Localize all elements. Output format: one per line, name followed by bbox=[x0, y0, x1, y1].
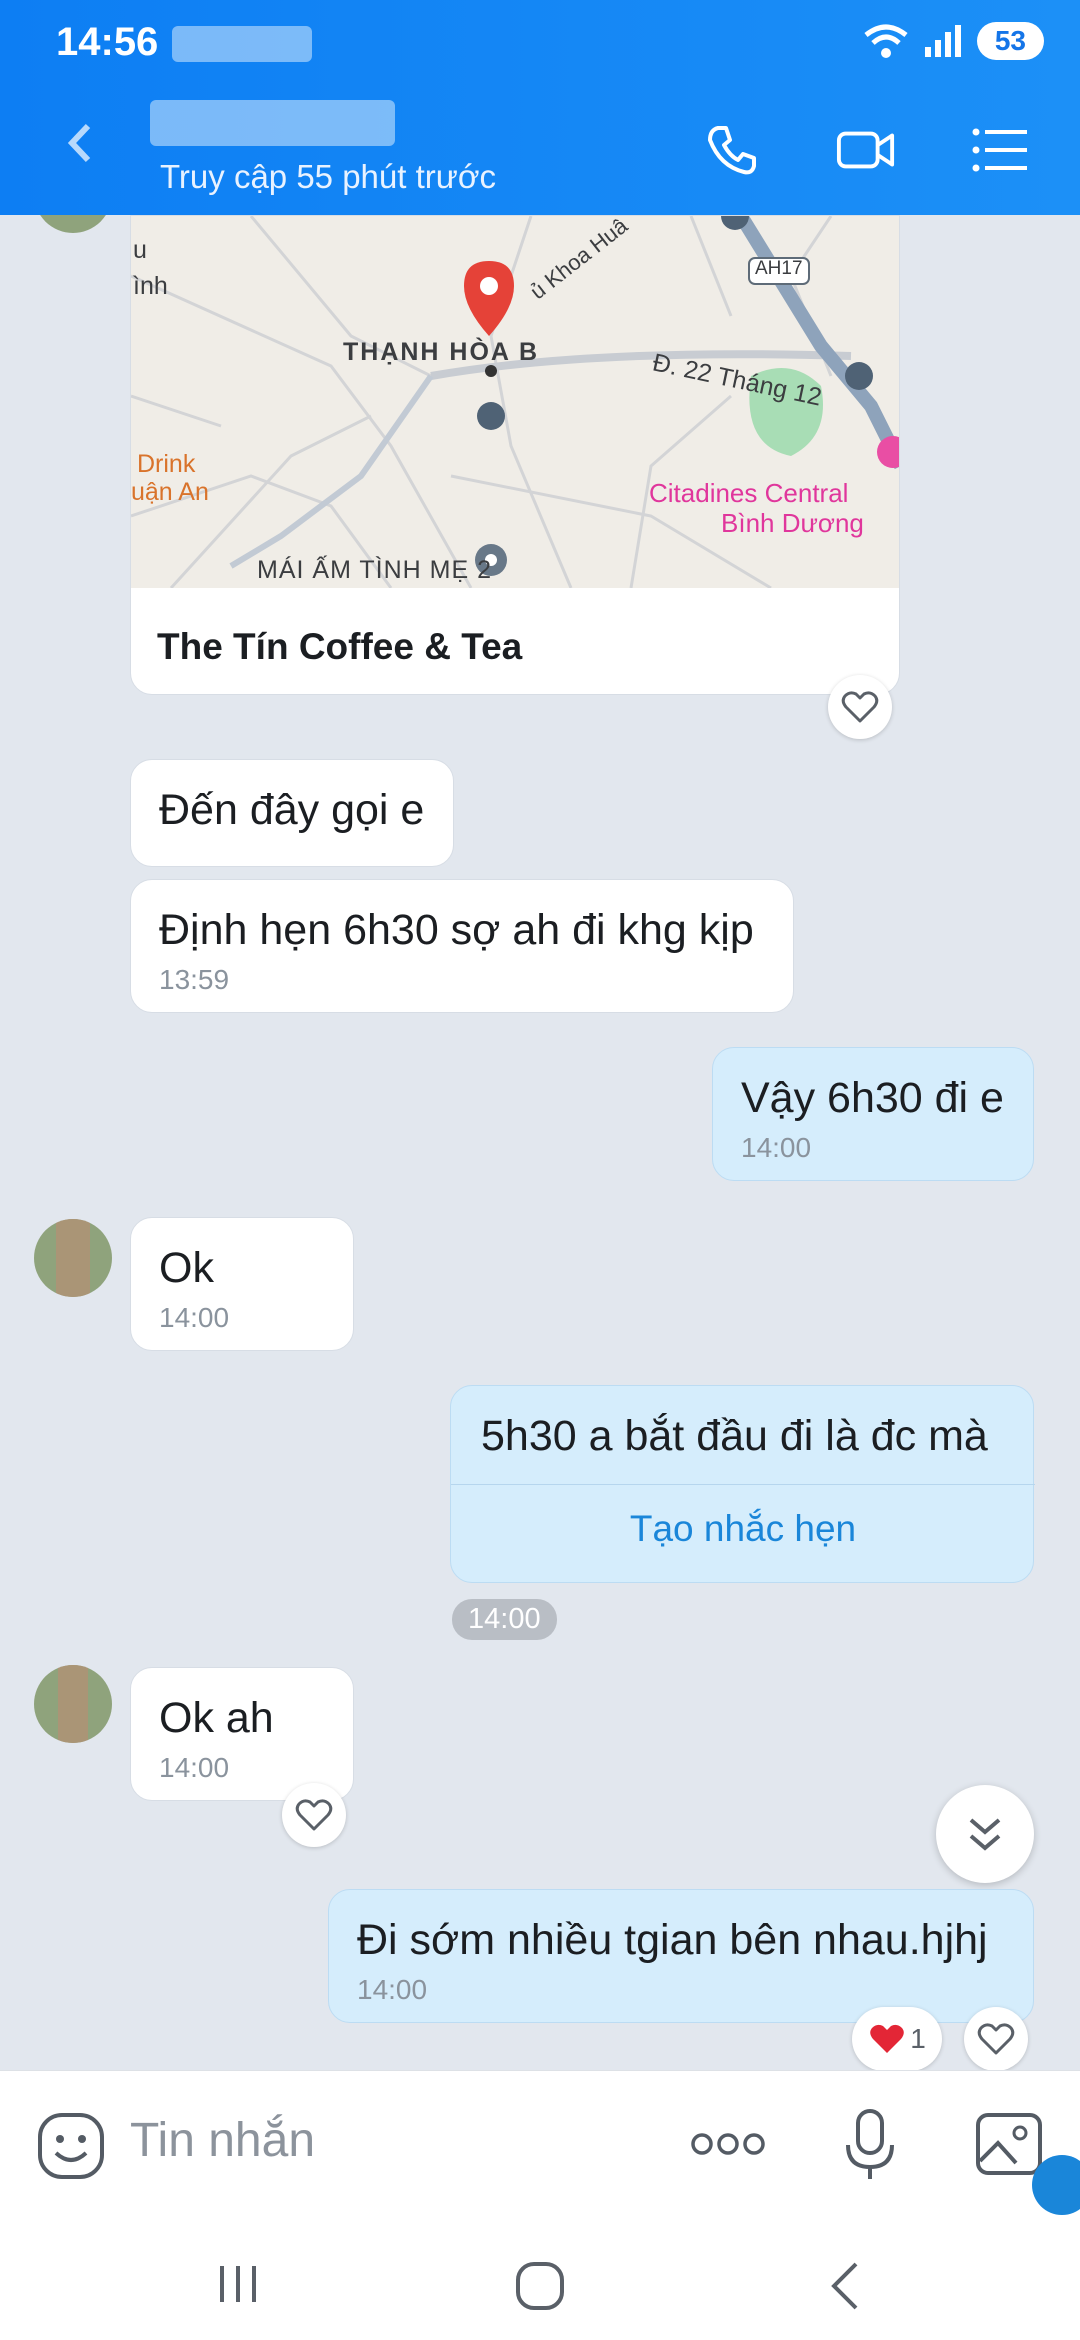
my-message-bubble[interactable]: Đi sớm nhiều tgian bên nhau.hjhj 14:00 bbox=[328, 1889, 1034, 2023]
map-label-place: MÁI ẤM TÌNH MẸ 2 bbox=[257, 556, 493, 584]
message-time: 14:00 bbox=[357, 1974, 428, 2005]
my-message-bubble[interactable]: Vậy 6h30 đi e 14:00 bbox=[712, 1047, 1034, 1181]
emoji-sticker-icon[interactable] bbox=[36, 2111, 106, 2181]
red-heart-icon bbox=[870, 2024, 904, 2053]
message-time: 13:59 bbox=[159, 964, 230, 995]
avatar-pixelated bbox=[58, 1665, 88, 1743]
contact-avatar[interactable] bbox=[34, 1665, 112, 1743]
message-input[interactable]: Tin nhắn bbox=[130, 2113, 315, 2168]
message-list[interactable]: THẠNH HÒA B Đ. 22 Tháng 12 Citadines Cen… bbox=[0, 215, 1080, 2070]
react-button[interactable] bbox=[964, 2007, 1028, 2070]
home-icon[interactable] bbox=[514, 2260, 566, 2312]
message-bubble[interactable]: Định hẹn 6h30 sợ ah đi khg kịp 13:59 bbox=[130, 879, 794, 1013]
heart-outline-icon bbox=[841, 691, 879, 723]
map-label-hotel-2: Bình Dương bbox=[721, 508, 864, 538]
heart-outline-icon bbox=[295, 1799, 333, 1831]
message-text: 5h30 a bắt đầu đi là đc mà bbox=[481, 1412, 988, 1460]
recent-apps-icon[interactable] bbox=[214, 2262, 264, 2306]
system-navigation-bar bbox=[0, 2220, 1080, 2340]
my-message-bubble[interactable]: 5h30 a bắt đầu đi là đc mà Tạo nhắc hẹn bbox=[450, 1385, 1035, 1583]
back-nav-icon[interactable] bbox=[824, 2260, 864, 2312]
message-input-bar: Tin nhắn bbox=[0, 2070, 1080, 2221]
map-label-drink: Drink bbox=[137, 450, 196, 478]
back-arrow-icon[interactable] bbox=[58, 118, 108, 168]
message-text: Ok bbox=[159, 1244, 214, 1292]
map-label-highway: AH17 bbox=[755, 258, 803, 279]
map-label-ward: THẠNH HÒA B bbox=[343, 338, 540, 366]
create-reminder-button[interactable]: Tạo nhắc hẹn bbox=[451, 1508, 1035, 1550]
location-title: The Tín Coffee & Tea bbox=[157, 626, 523, 667]
avatar-pixelated bbox=[56, 1219, 90, 1297]
message-bubble[interactable]: Ok 14:00 bbox=[130, 1217, 354, 1351]
system-icons: 53 bbox=[863, 22, 1044, 60]
phone-icon bbox=[708, 126, 756, 175]
reaction-count: 1 bbox=[910, 2023, 926, 2054]
image-gallery-icon[interactable] bbox=[974, 2111, 1044, 2177]
list-menu-icon bbox=[972, 128, 1027, 172]
map-view[interactable]: THẠNH HÒA B Đ. 22 Tháng 12 Citadines Cen… bbox=[131, 216, 899, 588]
voice-to-text-icon[interactable] bbox=[842, 2107, 898, 2183]
message-bubble[interactable]: Đến đây gọi e bbox=[130, 759, 454, 867]
double-chevron-down-icon bbox=[969, 1818, 1001, 1851]
contact-avatar[interactable] bbox=[34, 215, 112, 233]
message-bubble[interactable]: Ok ah 14:00 bbox=[130, 1667, 354, 1801]
react-button[interactable] bbox=[282, 1783, 346, 1847]
message-time: 14:00 bbox=[159, 1752, 230, 1783]
react-button[interactable] bbox=[828, 675, 892, 739]
wifi-icon bbox=[864, 24, 908, 58]
video-camera-icon bbox=[836, 131, 895, 169]
signal-icon bbox=[924, 25, 961, 57]
message-time: 14:00 bbox=[741, 1132, 812, 1163]
floating-bubble-icon[interactable] bbox=[1032, 2155, 1080, 2215]
map-label-edge-2: ình bbox=[133, 272, 168, 300]
heart-outline-icon bbox=[977, 2023, 1015, 2055]
map-label-district: uận An bbox=[131, 478, 209, 506]
reaction-summary[interactable]: 1 bbox=[852, 2007, 942, 2070]
chat-header: 14:56 53 Truy cập 55 phút trước bbox=[0, 0, 1080, 215]
location-card[interactable]: THẠNH HÒA B Đ. 22 Tháng 12 Citadines Cen… bbox=[130, 215, 900, 695]
video-call-button[interactable] bbox=[836, 120, 896, 180]
contact-name-blurred[interactable] bbox=[150, 100, 395, 146]
last-seen-status: Truy cập 55 phút trước bbox=[160, 158, 496, 195]
divider bbox=[451, 1484, 1035, 1485]
map-label-hotel: Citadines Central bbox=[649, 478, 849, 508]
message-time: 14:00 bbox=[159, 1302, 230, 1333]
status-time: 14:56 bbox=[56, 20, 159, 64]
message-text: Định hẹn 6h30 sợ ah đi khg kịp bbox=[159, 906, 754, 954]
message-text: Ok ah bbox=[159, 1694, 274, 1742]
call-button[interactable] bbox=[702, 120, 762, 180]
menu-button[interactable] bbox=[970, 120, 1030, 180]
blurred-status-text bbox=[172, 26, 312, 62]
contact-avatar[interactable] bbox=[34, 1219, 112, 1297]
scroll-to-bottom-button[interactable] bbox=[936, 1785, 1034, 1883]
more-options-icon[interactable] bbox=[690, 2129, 766, 2159]
message-text: Đi sớm nhiều tgian bên nhau.hjhj bbox=[357, 1916, 988, 1964]
map-label-edge-1: u bbox=[133, 236, 147, 264]
message-text: Đến đây gọi e bbox=[159, 786, 425, 834]
battery-indicator: 53 bbox=[976, 22, 1044, 60]
message-text: Vậy 6h30 đi e bbox=[741, 1074, 1004, 1122]
message-time-pill: 14:00 bbox=[452, 1599, 557, 1640]
